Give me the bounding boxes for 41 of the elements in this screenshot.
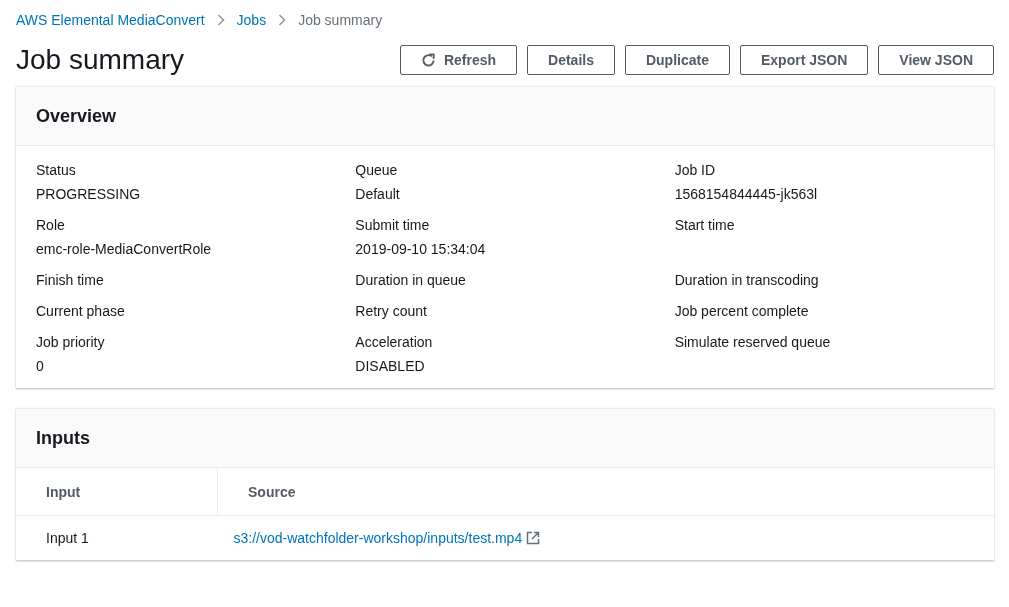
field-label: Queue [355, 162, 399, 178]
column-header: Source [217, 468, 994, 516]
chevron-icon [216, 14, 225, 26]
field-label: Start time [674, 217, 736, 233]
field-label: Job priority [36, 334, 106, 350]
field-value: DISABLED [355, 358, 426, 374]
action-button[interactable]: View JSON [878, 45, 994, 75]
column-header: Input [16, 468, 218, 516]
external-link-icon [526, 531, 541, 545]
refresh-icon [420, 52, 436, 68]
field-label: Acceleration [355, 334, 434, 350]
field-value: 1568154844445-jk563l [674, 186, 819, 202]
breadcrumb-current: Job summary [298, 12, 383, 28]
field-value: Default [355, 186, 401, 202]
field-label: Job percent complete [674, 303, 810, 319]
panel-title: Overview [36, 105, 117, 127]
field-label: Duration in queue [355, 272, 467, 288]
field-value: 0 [36, 358, 45, 374]
field-value: 2019-09-10 15:34:04 [355, 241, 487, 257]
field-label: Finish time [36, 272, 105, 288]
action-button[interactable]: Refresh [399, 45, 518, 75]
field-label: Duration in transcoding [674, 272, 820, 288]
action-button[interactable]: Export JSON [739, 45, 869, 75]
table-cell: Input 1 [16, 515, 218, 560]
field-label: Status [36, 162, 77, 178]
field-label: Role [36, 217, 66, 233]
field-label: Current phase [36, 303, 126, 319]
field-label: Job ID [674, 162, 717, 178]
field-label: Retry count [355, 303, 428, 319]
action-button[interactable]: Details [527, 45, 615, 75]
field-label: Submit time [355, 217, 431, 233]
chevron-icon [278, 14, 287, 26]
field-value: PROGRESSING [36, 186, 142, 202]
page-title: Job summary [16, 44, 185, 76]
panel-title: Inputs [36, 427, 90, 449]
source-link[interactable]: s3://vod-watchfolder-workshop/inputs/test.mp4 [233, 530, 523, 546]
breadcrumb-link[interactable]: Jobs [236, 12, 267, 28]
field-value: emc-role-MediaConvertRole [36, 241, 213, 257]
action-button[interactable]: Duplicate [624, 45, 730, 75]
breadcrumb-link[interactable]: AWS Elemental MediaConvert [16, 12, 205, 28]
field-label: Simulate reserved queue [674, 334, 832, 350]
